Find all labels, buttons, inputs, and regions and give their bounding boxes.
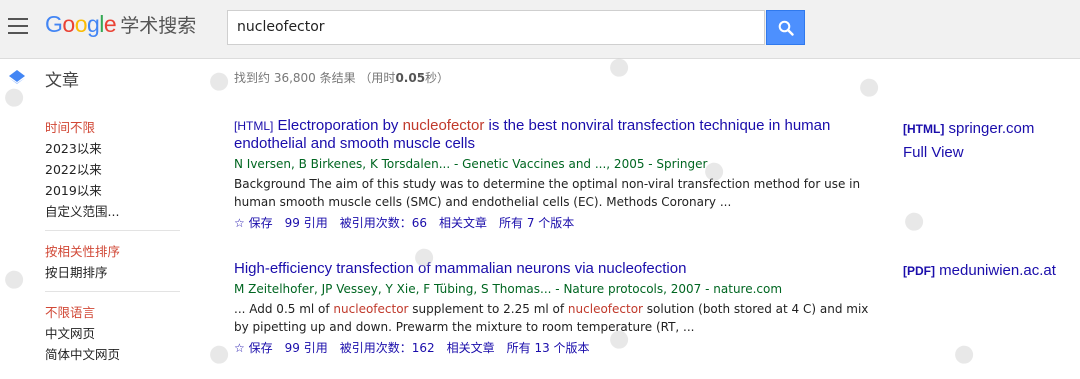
star-icon: ☆: [234, 341, 245, 355]
filter-since-2019[interactable]: 2019以来: [45, 180, 185, 201]
top-bar: Google 学术搜索 nucleofector: [0, 0, 1080, 59]
result-format-tag: [HTML]: [234, 119, 274, 133]
logo-letter-g2: g: [86, 11, 100, 37]
watermark: [207, 342, 235, 367]
quote-icon: 99: [284, 341, 300, 355]
cite-button[interactable]: 99 引用: [285, 339, 328, 356]
result-title-highlight: nucleofector: [402, 117, 485, 134]
logo-letter-o2: o: [74, 11, 88, 37]
snippet-highlight: nucleofector: [333, 302, 409, 316]
watermark: [952, 342, 980, 367]
sidebar-divider: [45, 291, 180, 292]
result-snippet: Background The aim of this study was to …: [234, 177, 861, 209]
lang-simplified-chinese-pages[interactable]: 简体中文网页: [45, 344, 185, 365]
cite-label: 引用: [303, 341, 328, 355]
logo-suffix: 学术搜索: [120, 16, 197, 37]
filter-since-2022[interactable]: 2022以来: [45, 159, 185, 180]
cited-by-link[interactable]: 被引用次数：162: [340, 339, 435, 356]
result-title-link[interactable]: High-efficiency transfection of mammalia…: [234, 260, 874, 278]
result-actions: ☆ 保存 99 引用 被引用次数：162 相关文章 所有 13 个版本: [234, 339, 874, 356]
cite-label: 引用: [303, 216, 328, 230]
related-articles-link[interactable]: 相关文章: [439, 214, 487, 231]
result-authors: N Iversen, B Birkenes, K Torsdalen... - …: [234, 157, 708, 171]
save-button[interactable]: ☆ 保存: [234, 339, 273, 356]
result-title-link[interactable]: [HTML] Electroporation by nucleofector i…: [234, 117, 874, 153]
result-snippet: ... Add 0.5 ml of nucleofector supplemen…: [234, 300, 874, 336]
result-actions: ☆ 保存 99 引用 被引用次数：66 相关文章 所有 7 个版本: [234, 214, 874, 231]
star-icon: ☆: [234, 216, 245, 230]
all-versions-link[interactable]: 所有 13 个版本: [507, 339, 590, 356]
fulltext-type: [HTML]: [903, 122, 945, 136]
result-authors: M Zeitelhofer, JP Vessey, Y Xie, F Tübin…: [234, 282, 783, 296]
save-label: 保存: [248, 341, 273, 355]
filter-custom-range[interactable]: 自定义范围...: [45, 201, 185, 222]
fulltext-domain: meduniwien.ac.at: [939, 262, 1056, 279]
snippet-highlight: nucleofector: [567, 302, 643, 316]
result-item: High-efficiency transfection of mammalia…: [234, 260, 874, 356]
fulltext-domain: springer.com: [948, 120, 1035, 137]
result-title-part: Electroporation by: [277, 117, 403, 134]
logo-letter-o1: o: [62, 11, 75, 37]
all-versions-link[interactable]: 所有 7 个版本: [499, 214, 574, 231]
quote-icon: 99: [284, 216, 300, 230]
sort-by-date[interactable]: 按日期排序: [45, 262, 185, 283]
related-articles-link[interactable]: 相关文章: [447, 339, 495, 356]
google-scholar-logo[interactable]: Google 学术搜索: [45, 11, 196, 41]
lang-chinese-pages[interactable]: 中文网页: [45, 323, 185, 344]
sub-bar: 文章 找到约 36,800 条结果 （用时0.05秒）: [0, 59, 1080, 95]
result-count-suffix: 秒）: [425, 71, 450, 85]
cite-button[interactable]: 99 引用: [285, 214, 328, 231]
result-count-time: 0.05: [395, 71, 426, 85]
section-articles[interactable]: 文章: [45, 66, 79, 91]
result-count: 找到约 36,800 条结果 （用时0.05秒）: [234, 69, 449, 86]
watermark: [902, 209, 930, 234]
search-button[interactable]: [766, 10, 805, 45]
save-label: 保存: [248, 216, 273, 230]
watermark: [2, 267, 30, 292]
filter-sidebar: 时间不限 2023以来 2022以来 2019以来 自定义范围... 按相关性排…: [45, 117, 185, 365]
fulltext-type: [PDF]: [903, 264, 935, 278]
filter-any-time[interactable]: 时间不限: [45, 117, 185, 138]
article-diamond-icon: [9, 70, 25, 84]
fulltext-link[interactable]: [HTML] springer.com Full View: [903, 117, 1034, 164]
magnifier-icon: [778, 20, 794, 36]
logo-letter-e: e: [103, 11, 117, 37]
save-button[interactable]: ☆ 保存: [234, 214, 273, 231]
result-title-part: High-efficiency transfection of mammalia…: [234, 260, 687, 277]
fulltext-link[interactable]: [PDF] meduniwien.ac.at: [903, 259, 1056, 283]
result-count-prefix: 找到约 36,800 条结果 （用时: [234, 71, 396, 85]
cited-by-link[interactable]: 被引用次数：66: [340, 214, 427, 231]
sidebar-divider: [45, 230, 180, 231]
hamburger-menu-icon[interactable]: [8, 18, 28, 34]
result-item: [HTML] Electroporation by nucleofector i…: [234, 117, 874, 231]
logo-letter-g1: G: [45, 11, 63, 37]
sort-by-relevance[interactable]: 按相关性排序: [45, 241, 185, 262]
filter-since-2023[interactable]: 2023以来: [45, 138, 185, 159]
snippet-part: supplement to 2.25 ml of: [408, 302, 568, 316]
search-input[interactable]: nucleofector: [227, 10, 765, 45]
snippet-part: ... Add 0.5 ml of: [234, 302, 334, 316]
fulltext-full-view: Full View: [903, 144, 964, 161]
lang-any[interactable]: 不限语言: [45, 302, 185, 323]
